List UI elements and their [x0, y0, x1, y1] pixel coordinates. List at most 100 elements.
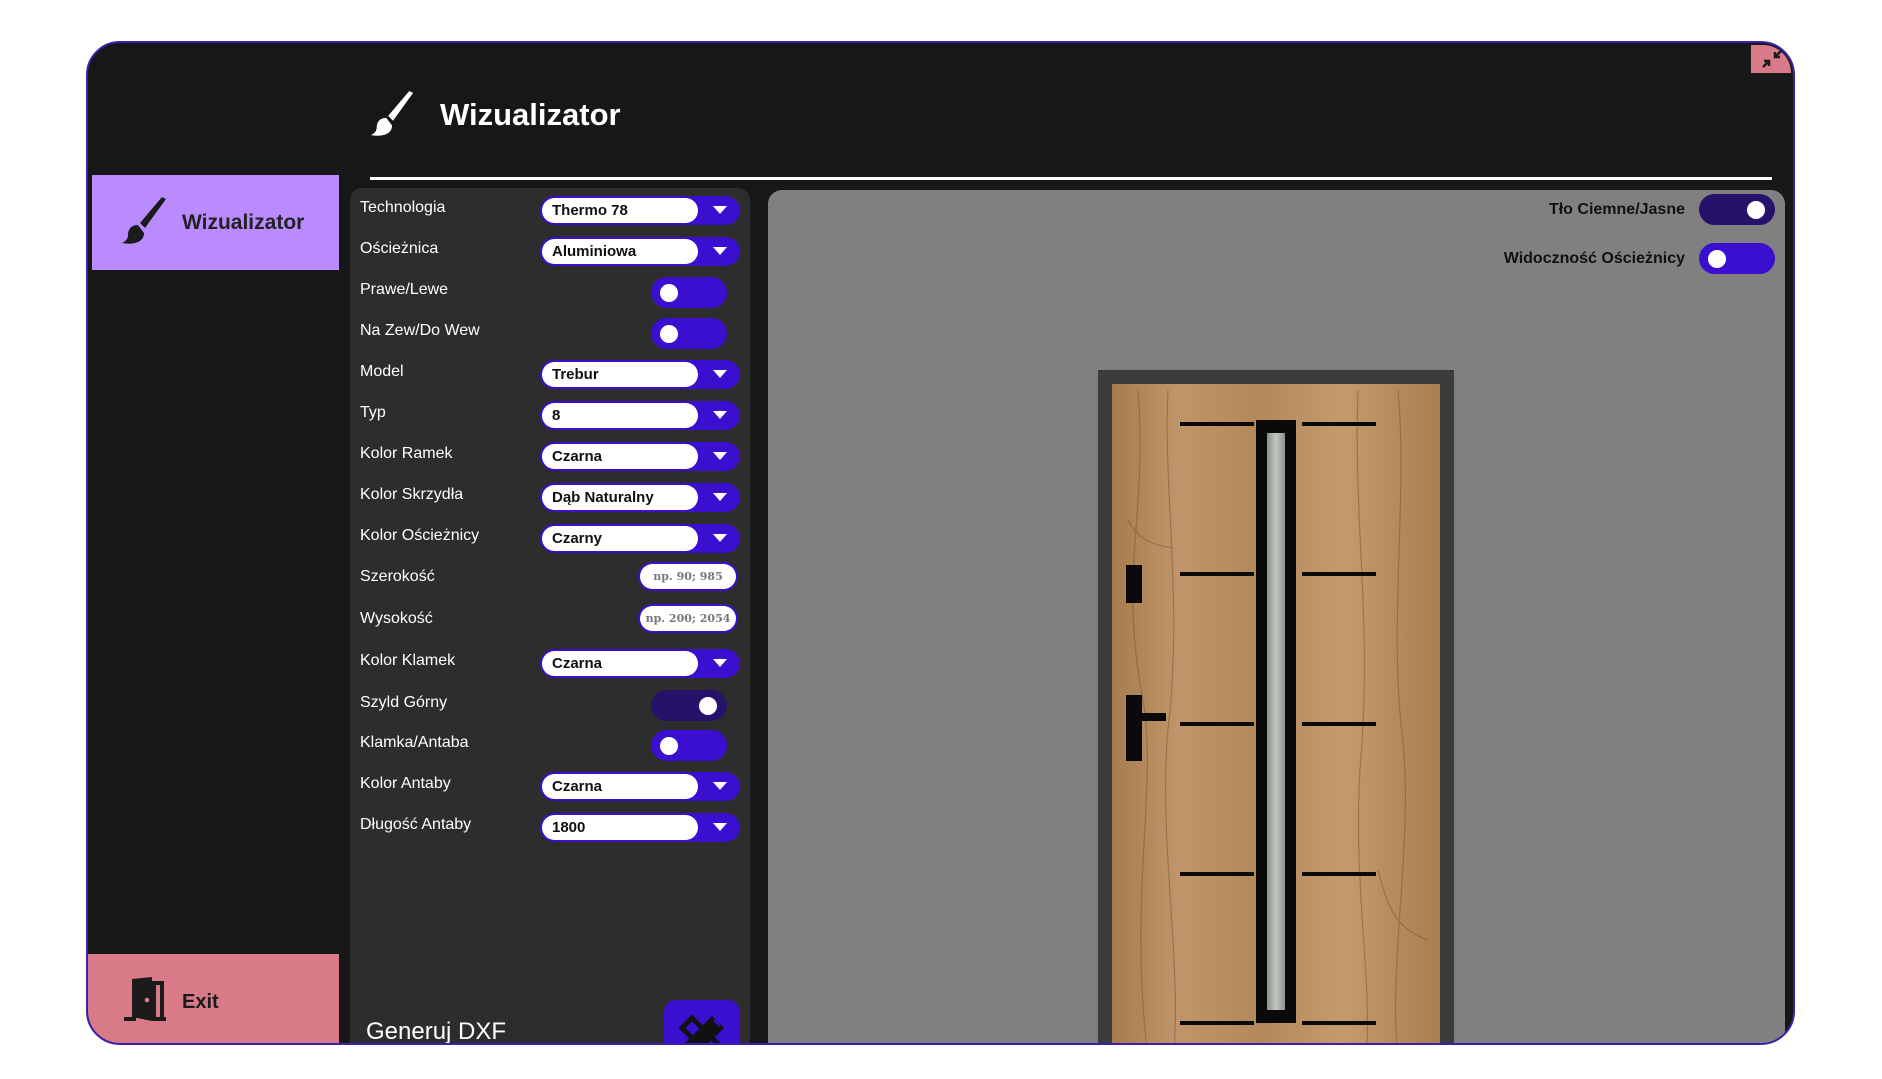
chevron-down-icon	[713, 493, 727, 501]
szeroko-field-wrap	[638, 562, 738, 591]
field-label: Długość Antaby	[360, 816, 472, 833]
app-window: Wizualizator Exit Wizualizator Generuj D…	[86, 41, 1795, 1045]
door-handle-plate	[1126, 695, 1142, 761]
exit-button[interactable]: Exit	[88, 954, 339, 1043]
kolor-ramek-dropdown[interactable]: Czarna	[540, 442, 740, 471]
d-ugo-antaby-dropdown[interactable]: 1800	[540, 813, 740, 842]
field-label: Prawe/Lewe	[360, 281, 449, 298]
background-toggle-row: Tło Ciemne/Jasne	[1475, 194, 1775, 228]
field-label: Wysokość	[360, 610, 433, 627]
dropdown-value: 8	[542, 403, 698, 428]
settings-panel: Generuj DXF Technologia Thermo 78 Ościeżni…	[350, 188, 750, 1045]
sidebar-item-label: Wizualizator	[182, 211, 305, 234]
frame-visibility-row: Widoczność Ościeżnicy	[1475, 243, 1775, 277]
form-row-na-zew-do-wew: Na Zew/Do Wew	[350, 315, 750, 349]
door-top-plate	[1126, 565, 1142, 603]
chevron-down-icon	[713, 411, 727, 419]
field-label: Technologia	[360, 199, 446, 216]
glass-panel	[1267, 433, 1285, 1010]
frame-visibility-toggle[interactable]	[1699, 243, 1775, 274]
wysoko-field-wrap	[638, 604, 738, 633]
form-row-d-ugo-antaby: Długość Antaby 1800	[350, 809, 750, 843]
field-label: Kolor Ramek	[360, 445, 453, 462]
form-row-typ: Typ 8	[350, 397, 750, 431]
page-title: Wizualizator	[440, 97, 621, 132]
field-label: Model	[360, 363, 404, 380]
kolor-klamek-dropdown[interactable]: Czarna	[540, 649, 740, 678]
szyld-g-rny-toggle[interactable]	[651, 690, 727, 721]
sidebar-item-wizualizator[interactable]: Wizualizator	[92, 175, 339, 270]
dropdown-value: Trebur	[542, 362, 698, 387]
door-preview-area: Tło Ciemne/Jasne Widoczność Ościeżnicy	[768, 190, 1785, 1043]
form-row-kolor-antaby: Kolor Antaby Czarna	[350, 768, 750, 802]
door-drawing	[1098, 370, 1454, 1043]
chevron-down-icon	[713, 206, 727, 214]
dropdown-value: Aluminiowa	[542, 239, 698, 264]
na-zew-do-wew-toggle[interactable]	[651, 318, 727, 349]
paint-brush-icon	[122, 197, 168, 250]
title-divider	[370, 177, 1772, 180]
dropdown-value: Czarna	[542, 774, 698, 799]
technologia-dropdown[interactable]: Thermo 78	[540, 196, 740, 225]
page-header: Wizualizator	[370, 91, 1770, 179]
prawe-lewe-toggle[interactable]	[651, 277, 727, 308]
kolor-o-cie-nicy-dropdown[interactable]: Czarny	[540, 524, 740, 553]
field-label: Kolor Klamek	[360, 652, 456, 669]
chevron-down-icon	[713, 370, 727, 378]
frame-visibility-label: Widoczność Ościeżnicy	[1503, 250, 1685, 267]
wysoko-input[interactable]	[640, 606, 736, 631]
chevron-down-icon	[713, 534, 727, 542]
door-handle-lever	[1126, 713, 1166, 721]
toggle-knob	[660, 737, 678, 755]
form-row-kolor-ramek: Kolor Ramek Czarna	[350, 438, 750, 472]
typ-dropdown[interactable]: 8	[540, 401, 740, 430]
field-label: Kolor Antaby	[360, 775, 451, 792]
form-row-technologia: Technologia Thermo 78	[350, 192, 750, 226]
chevron-down-icon	[713, 452, 727, 460]
generate-dxf-button[interactable]	[664, 1000, 740, 1043]
field-label: Ościeżnica	[360, 240, 439, 257]
sidebar: Wizualizator Exit	[88, 43, 339, 1043]
dropdown-value: 1800	[542, 815, 698, 840]
background-toggle-label: Tło Ciemne/Jasne	[1548, 201, 1685, 218]
dropdown-value: Czarny	[542, 526, 698, 551]
o-cie-nica-dropdown[interactable]: Aluminiowa	[540, 237, 740, 266]
chevron-down-icon	[713, 247, 727, 255]
field-label: Szyld Górny	[360, 694, 448, 711]
dropdown-value: Thermo 78	[542, 198, 698, 223]
form-row-o-cie-nica: Ościeżnica Aluminiowa	[350, 233, 750, 267]
generate-dxf-label: Generuj DXF	[366, 1018, 507, 1045]
field-label: Szerokość	[360, 568, 435, 585]
door-exit-icon	[122, 977, 168, 1026]
form-row-kolor-klamek: Kolor Klamek Czarna	[350, 645, 750, 679]
form-row-kolor-o-cie-nicy: Kolor Ościeżnicy Czarny	[350, 520, 750, 554]
field-label: Kolor Ościeżnicy	[360, 527, 480, 544]
toggle-knob	[660, 325, 678, 343]
form-row-kolor-skrzyd-a: Kolor Skrzydła Dąb Naturalny	[350, 479, 750, 513]
kolor-antaby-dropdown[interactable]: Czarna	[540, 772, 740, 801]
szeroko-input[interactable]	[640, 564, 736, 589]
form-row-prawe-lewe: Prawe/Lewe	[350, 274, 750, 308]
minimize-button[interactable]	[1751, 45, 1791, 73]
chevron-down-icon	[713, 823, 727, 831]
toggle-knob	[699, 697, 717, 715]
field-label: Na Zew/Do Wew	[360, 322, 480, 339]
dropdown-value: Dąb Naturalny	[542, 485, 698, 510]
toggle-knob	[1747, 201, 1765, 219]
field-label: Typ	[360, 404, 386, 421]
klamka-antaba-toggle[interactable]	[651, 730, 727, 761]
dropdown-value: Czarna	[542, 444, 698, 469]
form-row-wysoko: Wysokość	[350, 603, 750, 637]
form-row-szyld-g-rny: Szyld Górny	[350, 687, 750, 721]
background-toggle[interactable]	[1699, 194, 1775, 225]
form-row-szeroko: Szerokość	[350, 561, 750, 595]
model-dropdown[interactable]: Trebur	[540, 360, 740, 389]
toggle-knob	[1708, 250, 1726, 268]
chevron-down-icon	[713, 782, 727, 790]
paint-brush-icon	[370, 91, 416, 142]
exit-label: Exit	[182, 991, 219, 1013]
kolor-skrzyd-a-dropdown[interactable]: Dąb Naturalny	[540, 483, 740, 512]
dropdown-value: Czarna	[542, 651, 698, 676]
toggle-knob	[660, 284, 678, 302]
form-row-model: Model Trebur	[350, 356, 750, 390]
